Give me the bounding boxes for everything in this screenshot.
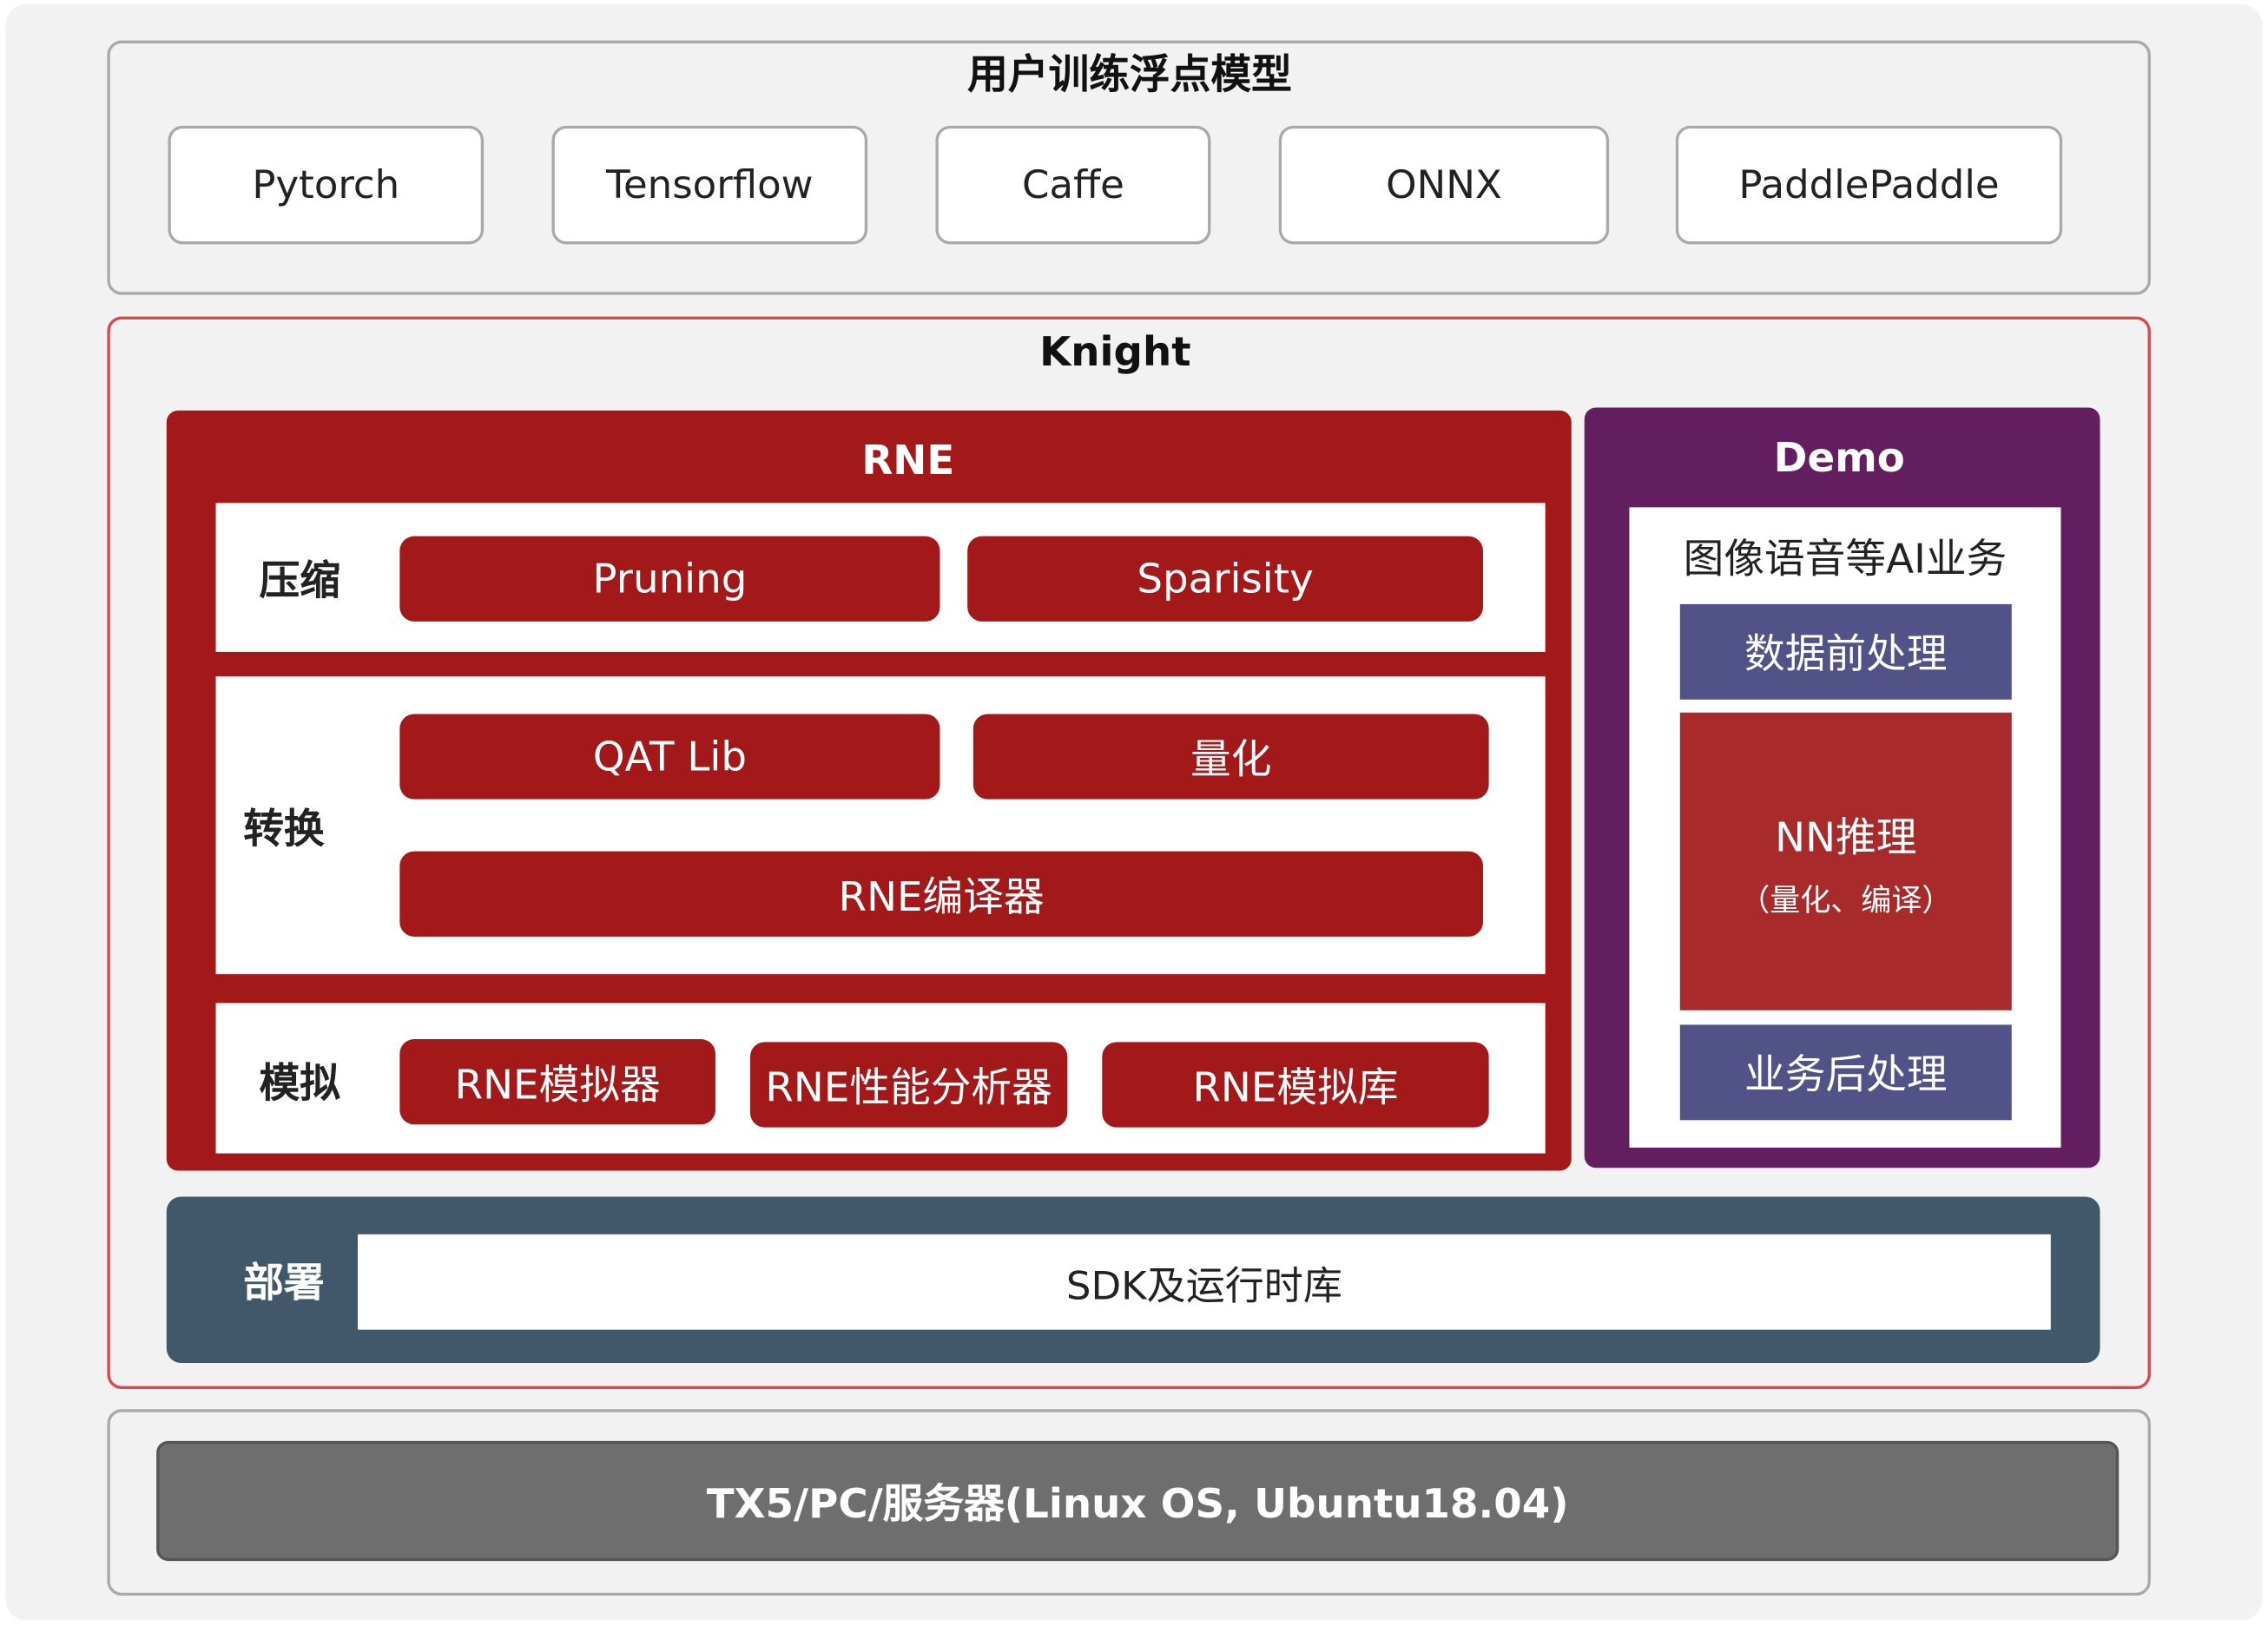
rne-profiler-block: RNE性能分析器 xyxy=(749,1042,1068,1128)
framework-tensorflow: Tensorflow xyxy=(551,125,868,245)
demo-title: Demo xyxy=(1773,432,1905,481)
demo-subtitle: 图像语音等AI业务 xyxy=(1683,535,2008,583)
preprocess-block: 数据前处理 xyxy=(1679,603,2012,700)
nn-inference-title: NN推理 xyxy=(1775,813,1917,862)
framework-onnx: ONNX xyxy=(1278,125,1610,245)
compress-label: 压缩 xyxy=(259,556,340,604)
postprocess-block: 业务后处理 xyxy=(1679,1024,2012,1121)
framework-paddlepaddle: PaddlePaddle xyxy=(1675,125,2063,245)
platform-bar: TX5/PC/服务器(Linux OS, Ubuntu18.04) xyxy=(156,1440,2120,1562)
rne-simulator-block: RNE模拟器 xyxy=(399,1039,715,1125)
quantization-block: 量化 xyxy=(972,714,1489,800)
framework-caffe: Caffe xyxy=(935,125,1211,245)
simulate-label: 模拟 xyxy=(259,1059,340,1108)
rne-compiler-block: RNE编译器 xyxy=(399,851,1483,937)
knight-title: Knight xyxy=(1039,327,1191,376)
framework-pytorch: Pytorch xyxy=(168,125,485,245)
rne-title: RNE xyxy=(861,435,955,484)
qat-lib-block: QAT Lib xyxy=(399,714,940,800)
sdk-runtime-block: SDK及运行时库 xyxy=(357,1234,2051,1330)
training-models-title: 用户训练浮点模型 xyxy=(967,50,1292,99)
convert-label: 转换 xyxy=(243,805,325,853)
deploy-label: 部署 xyxy=(243,1259,325,1307)
sparisity-block: Sparisity xyxy=(967,536,1483,622)
pruning-block: Pruning xyxy=(399,536,940,622)
rne-simulation-library-block: RNE模拟库 xyxy=(1102,1042,1489,1128)
nn-inference-subtitle: （量化、编译） xyxy=(1739,883,1953,918)
